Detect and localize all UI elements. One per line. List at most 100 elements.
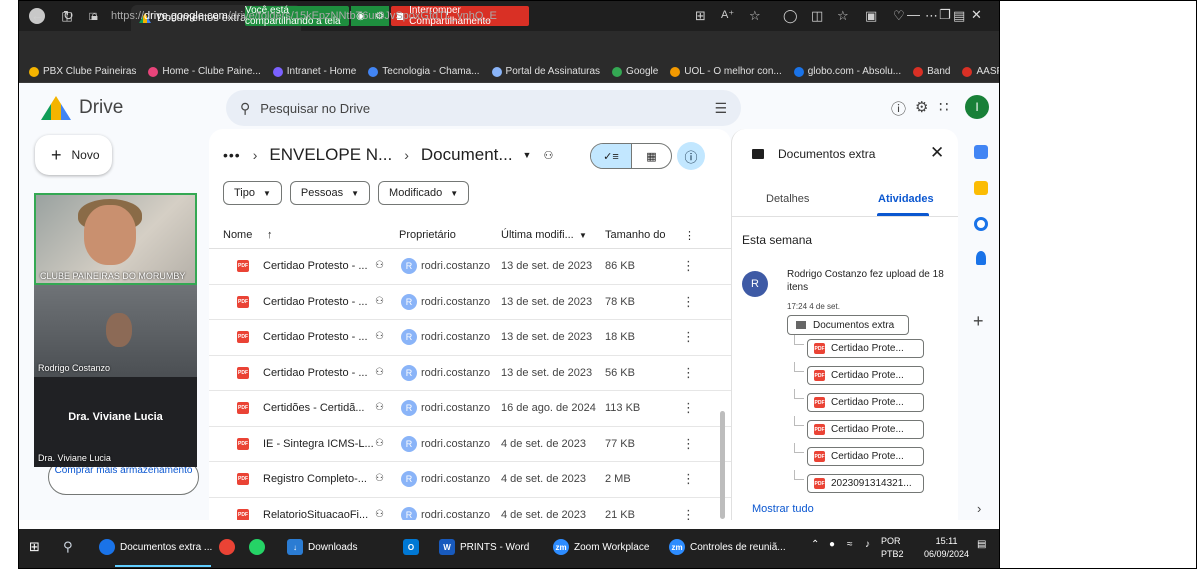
bookmark-item[interactable]: Home - Clube Paine... [148, 66, 261, 77]
windows-start-icon[interactable]: ⊞ [29, 539, 40, 555]
reload-icon[interactable]: ↻ [63, 8, 74, 24]
filter-people[interactable]: Pessoas ▼ [289, 181, 371, 205]
contacts-icon[interactable] [976, 251, 986, 265]
collections-icon[interactable]: ▣ [865, 8, 877, 24]
view-toggle[interactable]: ✓≡ ▦ [590, 143, 672, 169]
bookmark-item[interactable]: AASP [962, 66, 999, 77]
search-options-icon[interactable]: ☰ [714, 100, 727, 117]
file-list-scrollbar[interactable] [720, 411, 725, 519]
bookmark-item[interactable]: Band [913, 66, 950, 77]
tasks-icon[interactable] [974, 217, 988, 231]
column-size[interactable]: Tamanho do [605, 229, 666, 241]
taskbar-item[interactable]: zm Zoom Workplace [553, 539, 649, 555]
keep-icon[interactable] [974, 181, 988, 195]
grid-view-icon[interactable]: ▦ [630, 144, 671, 168]
more-actions-icon[interactable]: ⋮ [682, 365, 695, 381]
notifications-icon[interactable]: ▤ [977, 539, 986, 550]
volume-icon[interactable]: ♪ [865, 539, 870, 550]
taskbar-item[interactable]: Documentos extra ... [99, 539, 212, 555]
bookmark-item[interactable]: Google [612, 66, 658, 77]
bookmark-item[interactable]: globo.com - Absolu... [793, 66, 901, 77]
more-actions-icon[interactable]: ⋮ [682, 507, 695, 521]
search-input[interactable]: ⚲ Pesquisar no Drive ☰ [226, 90, 741, 126]
more-menu-icon[interactable]: ⋯ [925, 8, 938, 24]
tab-activity[interactable]: Atividades [878, 193, 934, 205]
filter-modified[interactable]: Modificado ▼ [378, 181, 470, 205]
more-actions-icon[interactable]: ⋮ [682, 258, 695, 274]
more-actions-icon[interactable]: ⋮ [682, 329, 695, 345]
table-row[interactable]: PDF Certidões - Certidã... ⚇ R rodri.cos… [209, 391, 731, 427]
breadcrumb-parent[interactable]: ENVELOPE N... [269, 145, 392, 165]
more-actions-icon[interactable]: ⋮ [682, 294, 695, 310]
column-modified[interactable]: Última modifi... [501, 229, 574, 241]
tray-app-icon[interactable]: ● [829, 539, 835, 550]
video-tile-3[interactable]: Dra. Viviane Lucia Dra. Viviane Lucia [34, 377, 197, 467]
more-actions-icon[interactable]: ⋮ [682, 400, 695, 416]
caret-down-icon[interactable]: ▼ [579, 231, 587, 240]
info-icon[interactable]: ⓘ [677, 142, 705, 170]
close-window-icon[interactable]: ✕ [971, 7, 982, 23]
column-options-icon[interactable]: ⋮ [684, 229, 695, 242]
folder-chip[interactable]: Documentos extra [787, 315, 909, 335]
browser-essentials-icon[interactable]: ◯ [783, 8, 798, 24]
video-tile-1[interactable]: CLUBE PAINEIRAS DO MORUMBY [34, 193, 197, 285]
tab-details[interactable]: Detalhes [766, 193, 809, 205]
lock-icon[interactable]: 🔒︎ [91, 8, 98, 24]
app-available-icon[interactable]: ⊞ [695, 8, 706, 24]
system-clock[interactable]: 15:11 06/09/2024 [924, 535, 969, 561]
table-row[interactable]: PDF Certidao Protesto - ... ⚇ R rodri.co… [209, 320, 731, 356]
file-chip[interactable]: PDF Certidao Prote... [807, 447, 924, 466]
add-app-icon[interactable]: + [973, 311, 984, 332]
table-row[interactable]: PDF Certidao Protesto - ... ⚇ R rodri.co… [209, 356, 731, 391]
favorite-star-icon[interactable]: ☆ [749, 8, 761, 24]
more-actions-icon[interactable]: ⋮ [682, 436, 695, 452]
taskbar-item[interactable] [249, 539, 270, 555]
table-row[interactable]: PDF Certidao Protesto - ... ⚇ R rodri.co… [209, 285, 731, 320]
sort-arrow-up-icon[interactable]: ↑ [267, 229, 273, 241]
taskbar-item[interactable]: W PRINTS - Word [439, 539, 529, 555]
favorites-icon[interactable]: ☆ [837, 8, 849, 24]
sidebar-toggle-icon[interactable]: ▤ [953, 8, 965, 24]
table-row[interactable]: PDF IE - Sintegra ICMS-L... ⚇ R rodri.co… [209, 427, 731, 462]
caret-down-icon[interactable]: ▼ [523, 150, 532, 160]
breadcrumb-current[interactable]: Document... [421, 145, 513, 165]
calendar-icon[interactable] [974, 145, 988, 159]
language-indicator[interactable]: POR PTB2 [881, 535, 904, 561]
table-row[interactable]: PDF RelatorioSituacaoFi... ⚇ R rodri.cos… [209, 498, 731, 521]
bookmark-item[interactable]: Intranet - Home [272, 66, 356, 77]
drive-logo[interactable]: Drive [41, 96, 123, 120]
read-aloud-icon[interactable]: A⁺ [721, 8, 734, 21]
video-tile-2[interactable]: Rodrigo Costanzo [34, 285, 197, 377]
show-all-link[interactable]: Mostrar tudo [752, 503, 814, 515]
minimize-icon[interactable]: — [907, 7, 920, 22]
copilot-icon[interactable]: ♡ [893, 8, 905, 24]
taskbar-item[interactable]: zm Controles de reuniã... [669, 539, 786, 555]
column-name[interactable]: Nome [223, 229, 252, 241]
taskbar-item[interactable]: ↓ Downloads [287, 539, 357, 555]
file-chip[interactable]: PDF Certidao Prote... [807, 420, 924, 439]
help-icon[interactable]: ⓘ [891, 98, 906, 119]
apps-grid-icon[interactable]: ∷ [939, 98, 949, 116]
taskbar-item[interactable] [219, 539, 240, 555]
chevron-right-icon[interactable]: › [977, 501, 981, 516]
table-row[interactable]: PDF Certidao Protesto - ... ⚇ R rodri.co… [209, 249, 731, 285]
list-view-icon[interactable]: ✓≡ [591, 144, 631, 168]
breadcrumb-overflow[interactable]: ••• [223, 147, 241, 163]
bookmark-item[interactable]: PBX Clube Paineiras [29, 66, 136, 77]
column-owner[interactable]: Proprietário [399, 229, 456, 241]
search-icon[interactable]: ⚲ [63, 539, 73, 555]
bookmark-item[interactable]: Portal de Assinaturas [491, 66, 600, 77]
close-icon[interactable]: ✕ [930, 143, 944, 163]
url-field[interactable]: https://drive.google.com/drive/folders/1… [111, 5, 701, 27]
bookmark-item[interactable]: Tecnologia - Chama... [368, 66, 480, 77]
more-actions-icon[interactable]: ⋮ [682, 471, 695, 487]
tray-chevron-up-icon[interactable]: ⌃ [811, 539, 819, 550]
bookmark-item[interactable]: UOL - O melhor con... [670, 66, 782, 77]
settings-gear-icon[interactable]: ⚙ [915, 98, 928, 116]
taskbar-item[interactable]: O [403, 539, 424, 555]
file-chip[interactable]: PDF Certidao Prote... [807, 393, 924, 412]
file-chip[interactable]: PDF 2023091314321... [807, 474, 924, 493]
wifi-icon[interactable]: ≈ [847, 539, 853, 550]
table-row[interactable]: PDF Registro Completo-... ⚇ R rodri.cost… [209, 462, 731, 498]
back-icon[interactable]: ← [31, 8, 44, 23]
